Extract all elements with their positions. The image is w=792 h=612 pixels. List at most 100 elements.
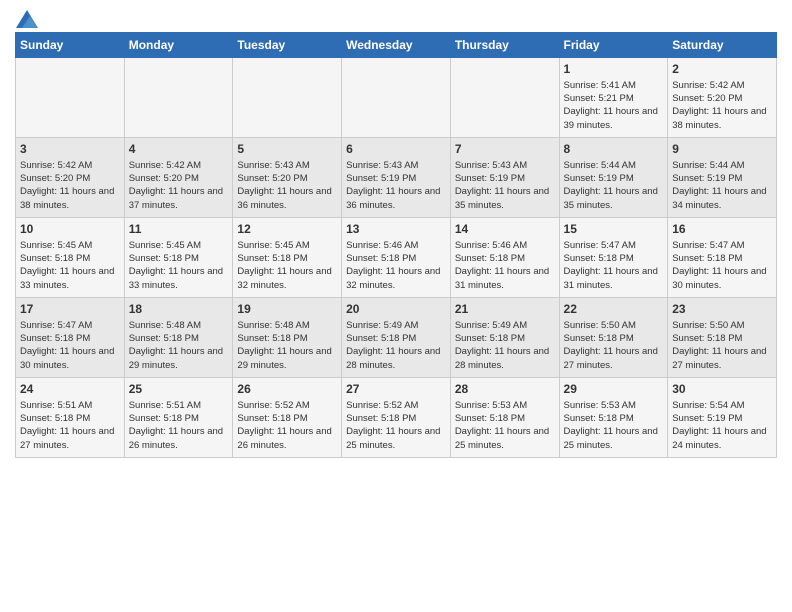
calendar-cell: 7Sunrise: 5:43 AMSunset: 5:19 PMDaylight…	[450, 138, 559, 218]
daylight-text: Daylight: 11 hours and 24 minutes.	[672, 426, 766, 450]
header-day-monday: Monday	[124, 33, 233, 58]
calendar-cell: 21Sunrise: 5:49 AMSunset: 5:18 PMDayligh…	[450, 298, 559, 378]
daylight-text: Daylight: 11 hours and 29 minutes.	[237, 346, 331, 370]
day-number: 29	[564, 381, 664, 398]
calendar-cell: 18Sunrise: 5:48 AMSunset: 5:18 PMDayligh…	[124, 298, 233, 378]
daylight-text: Daylight: 11 hours and 25 minutes.	[346, 426, 440, 450]
week-row-3: 10 Sunrise: 5:45 AM Sunset: 5:18 PM Dayligh…	[16, 218, 777, 298]
daylight-text: Daylight: 11 hours and 32 minutes.	[346, 266, 440, 290]
header-day-thursday: Thursday	[450, 33, 559, 58]
sunset-text: Sunset: 5:18 PM	[20, 253, 90, 264]
sunset-text: Sunset: 5:20 PM	[20, 173, 90, 184]
day-number: 28	[455, 381, 555, 398]
sunset-text: Sunset: 5:18 PM	[455, 253, 525, 264]
sunrise-text: Sunrise: 5:45 AM	[129, 240, 201, 251]
daylight-text: Daylight: 11 hours and 36 minutes.	[346, 186, 440, 210]
daylight-text: Daylight: 11 hours and 31 minutes.	[564, 266, 658, 290]
sunrise-text: Sunrise: 5:45 AM	[20, 240, 92, 251]
calendar-cell: 12Sunrise: 5:45 AMSunset: 5:18 PMDayligh…	[233, 218, 342, 298]
sunrise-text: Sunrise: 5:51 AM	[129, 400, 201, 411]
daylight-text: Daylight: 11 hours and 39 minutes.	[564, 106, 658, 130]
sunset-text: Sunset: 5:21 PM	[564, 93, 634, 104]
day-number: 11	[129, 221, 229, 238]
daylight-text: Daylight: 11 hours and 28 minutes.	[455, 346, 549, 370]
day-number: 18	[129, 301, 229, 318]
day-number: 22	[564, 301, 664, 318]
sunset-text: Sunset: 5:18 PM	[129, 253, 199, 264]
daylight-text: Daylight: 11 hours and 37 minutes.	[129, 186, 223, 210]
week-row-2: 3Sunrise: 5:42 AMSunset: 5:20 PMDaylight…	[16, 138, 777, 218]
sunrise-text: Sunrise: 5:51 AM	[20, 400, 92, 411]
sunset-text: Sunset: 5:18 PM	[346, 253, 416, 264]
daylight-text: Daylight: 11 hours and 35 minutes.	[564, 186, 658, 210]
calendar-cell: 2Sunrise: 5:42 AMSunset: 5:20 PMDaylight…	[668, 58, 777, 138]
calendar-cell	[233, 58, 342, 138]
day-number: 26	[237, 381, 337, 398]
calendar-cell: 8Sunrise: 5:44 AMSunset: 5:19 PMDaylight…	[559, 138, 668, 218]
calendar-cell: 15Sunrise: 5:47 AMSunset: 5:18 PMDayligh…	[559, 218, 668, 298]
daylight-text: Daylight: 11 hours and 26 minutes.	[129, 426, 223, 450]
day-number: 15	[564, 221, 664, 238]
day-number: 6	[346, 141, 446, 158]
day-number: 21	[455, 301, 555, 318]
calendar-table: SundayMondayTuesdayWednesdayThursdayFrid…	[15, 32, 777, 458]
sunset-text: Sunset: 5:18 PM	[237, 333, 307, 344]
day-number: 12	[237, 221, 337, 238]
sunrise-text: Sunrise: 5:49 AM	[455, 320, 527, 331]
calendar-cell: 6Sunrise: 5:43 AMSunset: 5:19 PMDaylight…	[342, 138, 451, 218]
day-number: 7	[455, 141, 555, 158]
sunrise-text: Sunrise: 5:46 AM	[346, 240, 418, 251]
calendar-cell: 13Sunrise: 5:46 AMSunset: 5:18 PMDayligh…	[342, 218, 451, 298]
header-day-tuesday: Tuesday	[233, 33, 342, 58]
sunrise-text: Sunrise: 5:50 AM	[672, 320, 744, 331]
sunrise-text: Sunrise: 5:53 AM	[455, 400, 527, 411]
calendar-cell: 30Sunrise: 5:54 AMSunset: 5:19 PMDayligh…	[668, 378, 777, 458]
logo	[15, 10, 39, 24]
calendar-cell: 1Sunrise: 5:41 AMSunset: 5:21 PMDaylight…	[559, 58, 668, 138]
calendar-cell: 28Sunrise: 5:53 AMSunset: 5:18 PMDayligh…	[450, 378, 559, 458]
day-number: 17	[20, 301, 120, 318]
sunset-text: Sunset: 5:18 PM	[346, 333, 416, 344]
day-number: 2	[672, 61, 772, 78]
daylight-text: Daylight: 11 hours and 31 minutes.	[455, 266, 549, 290]
daylight-text: Daylight: 11 hours and 38 minutes.	[20, 186, 114, 210]
day-number: 10	[20, 221, 120, 238]
calendar-cell: 20Sunrise: 5:49 AMSunset: 5:18 PMDayligh…	[342, 298, 451, 378]
calendar-cell: 9Sunrise: 5:44 AMSunset: 5:19 PMDaylight…	[668, 138, 777, 218]
sunrise-text: Sunrise: 5:41 AM	[564, 80, 636, 91]
calendar-cell: 14Sunrise: 5:46 AMSunset: 5:18 PMDayligh…	[450, 218, 559, 298]
calendar-cell: 23Sunrise: 5:50 AMSunset: 5:18 PMDayligh…	[668, 298, 777, 378]
daylight-text: Daylight: 11 hours and 26 minutes.	[237, 426, 331, 450]
week-row-5: 24Sunrise: 5:51 AMSunset: 5:18 PMDayligh…	[16, 378, 777, 458]
day-number: 23	[672, 301, 772, 318]
day-number: 19	[237, 301, 337, 318]
day-number: 4	[129, 141, 229, 158]
calendar-header-row: SundayMondayTuesdayWednesdayThursdayFrid…	[16, 33, 777, 58]
sunrise-text: Sunrise: 5:48 AM	[237, 320, 309, 331]
sunset-text: Sunset: 5:18 PM	[346, 413, 416, 424]
daylight-text: Daylight: 11 hours and 27 minutes.	[672, 346, 766, 370]
daylight-text: Daylight: 11 hours and 38 minutes.	[672, 106, 766, 130]
calendar-cell: 29Sunrise: 5:53 AMSunset: 5:18 PMDayligh…	[559, 378, 668, 458]
sunset-text: Sunset: 5:18 PM	[129, 413, 199, 424]
daylight-text: Daylight: 11 hours and 34 minutes.	[672, 186, 766, 210]
day-number: 25	[129, 381, 229, 398]
sunrise-text: Sunrise: 5:48 AM	[129, 320, 201, 331]
calendar-cell: 24Sunrise: 5:51 AMSunset: 5:18 PMDayligh…	[16, 378, 125, 458]
sunset-text: Sunset: 5:20 PM	[237, 173, 307, 184]
sunrise-text: Sunrise: 5:47 AM	[564, 240, 636, 251]
daylight-text: Daylight: 11 hours and 27 minutes.	[20, 426, 114, 450]
sunset-text: Sunset: 5:18 PM	[237, 413, 307, 424]
week-row-1: 1Sunrise: 5:41 AMSunset: 5:21 PMDaylight…	[16, 58, 777, 138]
sunset-text: Sunset: 5:19 PM	[455, 173, 525, 184]
header-day-wednesday: Wednesday	[342, 33, 451, 58]
sunset-text: Sunset: 5:18 PM	[237, 253, 307, 264]
calendar-cell	[342, 58, 451, 138]
sunrise-text: Sunrise: 5:47 AM	[20, 320, 92, 331]
calendar-cell	[450, 58, 559, 138]
calendar-cell: 4Sunrise: 5:42 AMSunset: 5:20 PMDaylight…	[124, 138, 233, 218]
day-number: 14	[455, 221, 555, 238]
daylight-text: Daylight: 11 hours and 25 minutes.	[564, 426, 658, 450]
daylight-text: Daylight: 11 hours and 29 minutes.	[129, 346, 223, 370]
sunrise-text: Sunrise: 5:43 AM	[237, 160, 309, 171]
